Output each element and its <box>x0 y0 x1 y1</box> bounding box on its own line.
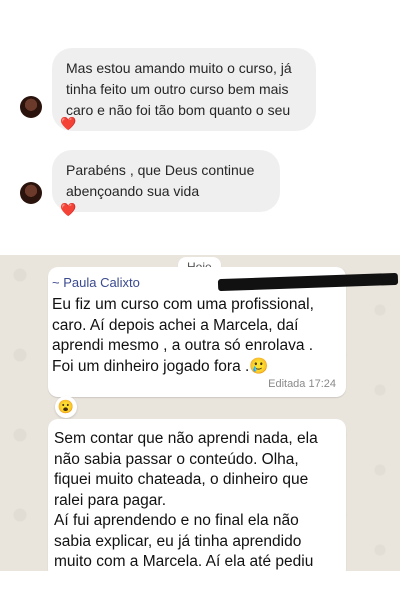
message-bubble[interactable]: ~ Paula Calixto Eu fiz um curso com uma … <box>48 267 399 397</box>
message-bubble[interactable]: Parabéns , que Deus continue abençoando … <box>52 150 280 212</box>
avatar[interactable] <box>20 96 42 118</box>
bottom-blank-area <box>0 571 400 600</box>
avatar[interactable] <box>20 182 42 204</box>
message-bubble[interactable]: Sem contar que não aprendi nada, ela não… <box>48 419 346 571</box>
heart-reaction-icon[interactable]: ❤️ <box>60 202 76 218</box>
message-text: Eu fiz um curso com uma profissional, ca… <box>52 296 314 375</box>
message-bubble[interactable]: Mas estou amando muito o curso, já tinha… <box>52 48 316 131</box>
heart-reaction-icon[interactable]: ❤️ <box>60 116 76 132</box>
message-meta: Editada 17:24 <box>268 378 336 390</box>
sender-name[interactable]: ~ Paula Calixto <box>52 275 140 290</box>
surprised-reaction-icon[interactable]: 😮 <box>55 396 77 418</box>
message-text: Sem contar que não aprendi nada, ela não… <box>54 430 318 570</box>
whatsapp-chat-panel: Hoje ~ Paula Calixto Eu fiz um curso com… <box>0 255 400 571</box>
instagram-chat-panel: Mas estou amando muito o curso, já tinha… <box>0 0 400 255</box>
